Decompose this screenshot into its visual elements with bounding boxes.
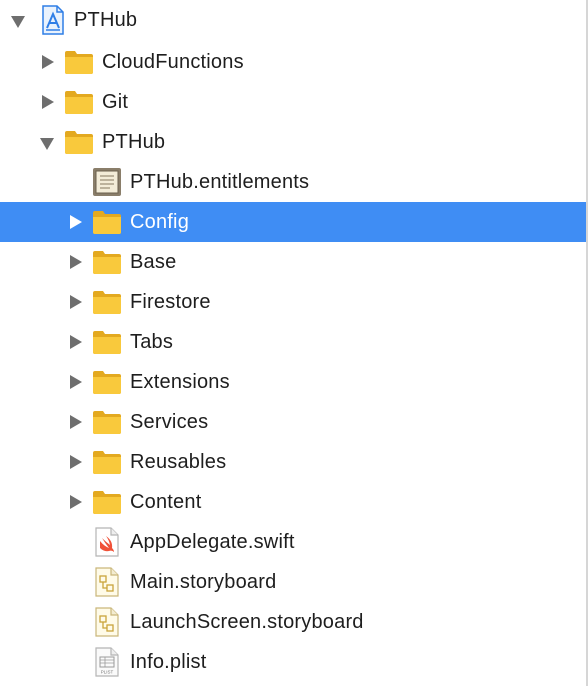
folder-icon — [92, 448, 122, 478]
folder-icon — [92, 408, 122, 438]
tree-row-folder-cloudfunctions[interactable]: CloudFunctions — [0, 42, 586, 82]
tree-row-folder-services[interactable]: Services — [0, 402, 586, 442]
storyboard-file-icon — [94, 567, 124, 597]
tree-row-label: Extensions — [130, 371, 230, 393]
tree-row-label: CloudFunctions — [102, 51, 244, 73]
tree-row-label: Reusables — [130, 451, 227, 473]
folder-icon — [92, 208, 122, 238]
tree-row-label: Main.storyboard — [130, 571, 277, 593]
tree-row-file-entitlements[interactable]: PTHub.entitlements — [0, 162, 586, 202]
tree-row-label: PTHub — [102, 131, 166, 153]
disclosure-collapsed-icon[interactable] — [68, 215, 83, 230]
tree-row-label: Content — [130, 491, 202, 513]
project-navigator: PTHub CloudFunctions Git PTHub PTHub.ent… — [0, 0, 588, 686]
plist-icon-caption: PLIST — [101, 670, 114, 675]
tree-row-folder-tabs[interactable]: Tabs — [0, 322, 586, 362]
tree-row-label: LaunchScreen.storyboard — [130, 611, 364, 633]
tree-row-label: Info.plist — [130, 651, 207, 673]
tree-row-label: Config — [130, 211, 190, 233]
tree-row-label: AppDelegate.swift — [130, 531, 295, 553]
disclosure-collapsed-icon[interactable] — [68, 295, 83, 310]
tree-row-folder-base[interactable]: Base — [0, 242, 586, 282]
tree-row-label: Git — [102, 91, 129, 113]
swift-file-icon — [94, 527, 124, 557]
tree-row-file-info-plist[interactable]: PLIST Info.plist — [0, 642, 586, 682]
plist-file-icon: PLIST — [94, 647, 124, 677]
disclosure-collapsed-icon[interactable] — [68, 255, 83, 270]
tree-row-file-main-storyboard[interactable]: Main.storyboard — [0, 562, 586, 602]
folder-icon — [64, 88, 94, 118]
tree-row-folder-reusables[interactable]: Reusables — [0, 442, 586, 482]
xcode-project-icon — [38, 5, 68, 35]
folder-icon — [64, 128, 94, 158]
disclosure-expanded-icon[interactable] — [40, 135, 55, 150]
disclosure-collapsed-icon[interactable] — [68, 455, 83, 470]
disclosure-collapsed-icon[interactable] — [40, 95, 55, 110]
entitlements-file-icon — [92, 167, 122, 197]
tree-row-folder-extensions[interactable]: Extensions — [0, 362, 586, 402]
tree-row-label: Tabs — [130, 331, 174, 353]
tree-row-folder-config[interactable]: Config — [0, 202, 586, 242]
tree-row-folder-firestore[interactable]: Firestore — [0, 282, 586, 322]
tree-row-label: Firestore — [130, 291, 211, 313]
disclosure-collapsed-icon[interactable] — [68, 335, 83, 350]
tree-row-label: PTHub — [74, 9, 138, 31]
folder-icon — [64, 48, 94, 78]
folder-icon — [92, 368, 122, 398]
tree-row-label: Base — [130, 251, 177, 273]
tree-row-folder-content[interactable]: Content — [0, 482, 586, 522]
tree-row-folder-pthub[interactable]: PTHub — [0, 122, 586, 162]
disclosure-collapsed-icon[interactable] — [68, 495, 83, 510]
disclosure-collapsed-icon[interactable] — [68, 415, 83, 430]
tree-row-label: PTHub.entitlements — [130, 171, 310, 193]
tree-row-file-appdelegate[interactable]: AppDelegate.swift — [0, 522, 586, 562]
folder-icon — [92, 288, 122, 318]
tree-row-label: Services — [130, 411, 209, 433]
tree-row-project-pthub[interactable]: PTHub — [0, 0, 586, 40]
folder-icon — [92, 328, 122, 358]
tree-row-folder-git[interactable]: Git — [0, 82, 586, 122]
disclosure-expanded-icon[interactable] — [11, 13, 26, 28]
tree-row-file-launchscreen-storyboard[interactable]: LaunchScreen.storyboard — [0, 602, 586, 642]
disclosure-collapsed-icon[interactable] — [40, 55, 55, 70]
storyboard-file-icon — [94, 607, 124, 637]
folder-icon — [92, 248, 122, 278]
disclosure-collapsed-icon[interactable] — [68, 375, 83, 390]
folder-icon — [92, 488, 122, 518]
